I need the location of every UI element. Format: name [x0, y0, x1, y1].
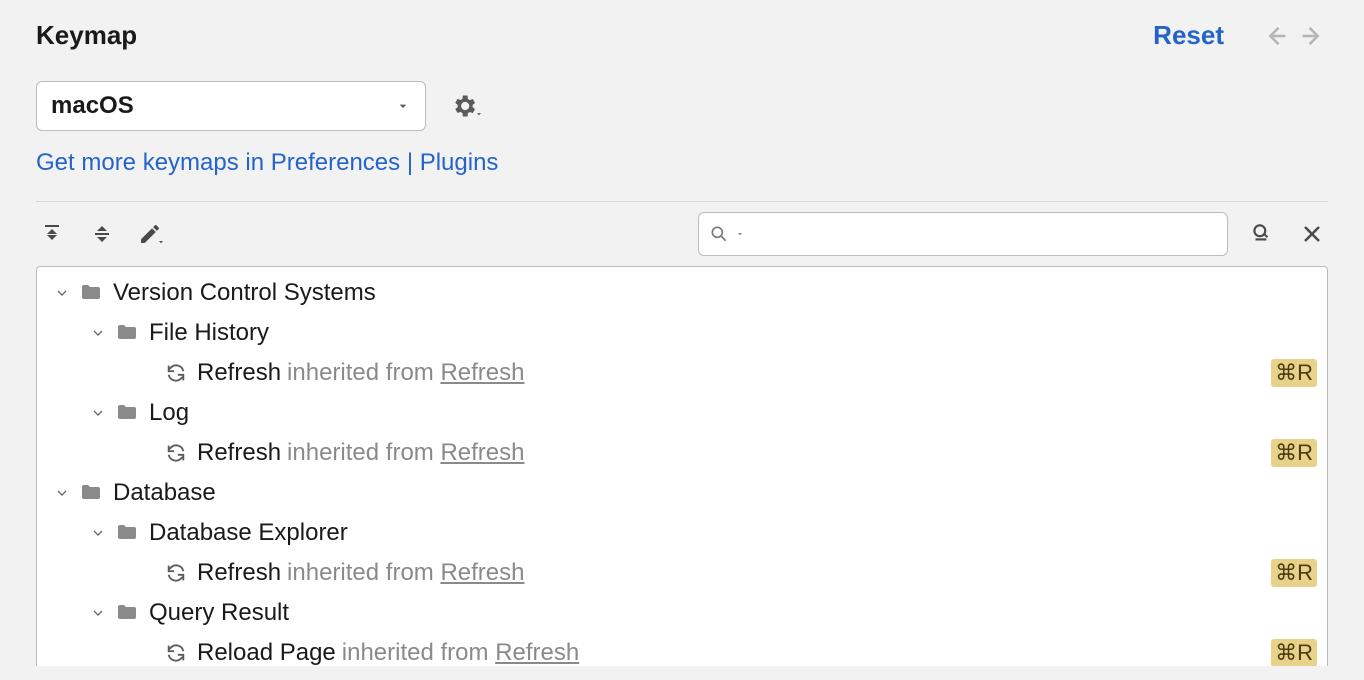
keymap-settings-button[interactable] [450, 92, 484, 120]
tree-action-name: Refresh [197, 559, 281, 587]
tree-action[interactable]: Refresh inherited from Refresh ⌘R [37, 553, 1327, 593]
refresh-icon [165, 442, 187, 464]
folder-icon [115, 401, 139, 425]
search-input[interactable] [751, 223, 1217, 246]
tree-action-name: Refresh [197, 359, 281, 387]
forward-button[interactable] [1298, 21, 1328, 51]
tree-action-name: Refresh [197, 439, 281, 467]
folder-icon [115, 321, 139, 345]
tree-action-name: Reload Page [197, 639, 336, 666]
chevron-down-icon [51, 485, 73, 501]
keymap-tree[interactable]: Version Control Systems File History Ref… [36, 266, 1328, 666]
shortcut-badge: ⌘R [1271, 439, 1317, 467]
tree-subgroup[interactable]: Database Explorer [37, 513, 1327, 553]
inherited-from-link[interactable]: Refresh [495, 639, 579, 666]
inherited-from-link[interactable]: Refresh [440, 439, 524, 467]
tree-group-label: Database [113, 479, 216, 507]
arrow-right-icon [1299, 22, 1327, 50]
collapse-all-icon [90, 222, 114, 246]
chevron-down-icon [87, 605, 109, 621]
chevron-down-icon [87, 325, 109, 341]
reset-button[interactable]: Reset [1153, 20, 1224, 51]
refresh-icon [165, 562, 187, 584]
inherited-prefix: inherited from [287, 439, 434, 467]
more-keymaps-link[interactable]: Get more keymaps in Preferences | Plugin… [36, 149, 1328, 177]
chevron-down-small-icon [474, 109, 484, 119]
folder-icon [79, 481, 103, 505]
clear-search-button[interactable] [1296, 218, 1328, 250]
tree-action[interactable]: Refresh inherited from Refresh ⌘R [37, 433, 1327, 473]
tree-action[interactable]: Reload Page inherited from Refresh ⌘R [37, 633, 1327, 666]
tree-subgroup-label: Query Result [149, 599, 289, 627]
search-icon [709, 224, 729, 244]
tree-subgroup-label: Log [149, 399, 189, 427]
tree-subgroup[interactable]: Log [37, 393, 1327, 433]
collapse-all-button[interactable] [86, 218, 118, 250]
tree-subgroup-label: File History [149, 319, 269, 347]
find-shortcut-icon [1249, 221, 1275, 247]
search-options-caret-icon[interactable] [735, 229, 745, 239]
chevron-down-icon [51, 285, 73, 301]
inherited-prefix: inherited from [342, 639, 489, 666]
keymap-select[interactable]: macOS [36, 81, 426, 131]
folder-icon [115, 521, 139, 545]
edit-shortcut-button[interactable] [136, 218, 168, 250]
keymap-select-value: macOS [51, 92, 134, 120]
inherited-prefix: inherited from [287, 559, 434, 587]
inherited-prefix: inherited from [287, 359, 434, 387]
tree-subgroup[interactable]: Query Result [37, 593, 1327, 633]
find-by-shortcut-button[interactable] [1246, 218, 1278, 250]
inherited-from-link[interactable]: Refresh [440, 559, 524, 587]
chevron-down-icon [87, 525, 109, 541]
tree-subgroup[interactable]: File History [37, 313, 1327, 353]
tree-group[interactable]: Database [37, 473, 1327, 513]
chevron-down-icon [87, 405, 109, 421]
close-icon [1300, 222, 1324, 246]
refresh-icon [165, 362, 187, 384]
search-input-container[interactable] [698, 212, 1228, 256]
expand-all-icon [40, 222, 64, 246]
tree-action[interactable]: Refresh inherited from Refresh ⌘R [37, 353, 1327, 393]
folder-icon [79, 281, 103, 305]
expand-all-button[interactable] [36, 218, 68, 250]
tree-group[interactable]: Version Control Systems [37, 273, 1327, 313]
folder-icon [115, 601, 139, 625]
tree-group-label: Version Control Systems [113, 279, 376, 307]
shortcut-badge: ⌘R [1271, 559, 1317, 587]
page-title: Keymap [36, 20, 137, 51]
arrow-left-icon [1261, 22, 1289, 50]
inherited-from-link[interactable]: Refresh [440, 359, 524, 387]
refresh-icon [165, 642, 187, 664]
shortcut-badge: ⌘R [1271, 639, 1317, 666]
caret-down-icon [395, 98, 411, 114]
chevron-down-small-icon [156, 237, 166, 247]
tree-subgroup-label: Database Explorer [149, 519, 348, 547]
back-button[interactable] [1260, 21, 1290, 51]
shortcut-badge: ⌘R [1271, 359, 1317, 387]
